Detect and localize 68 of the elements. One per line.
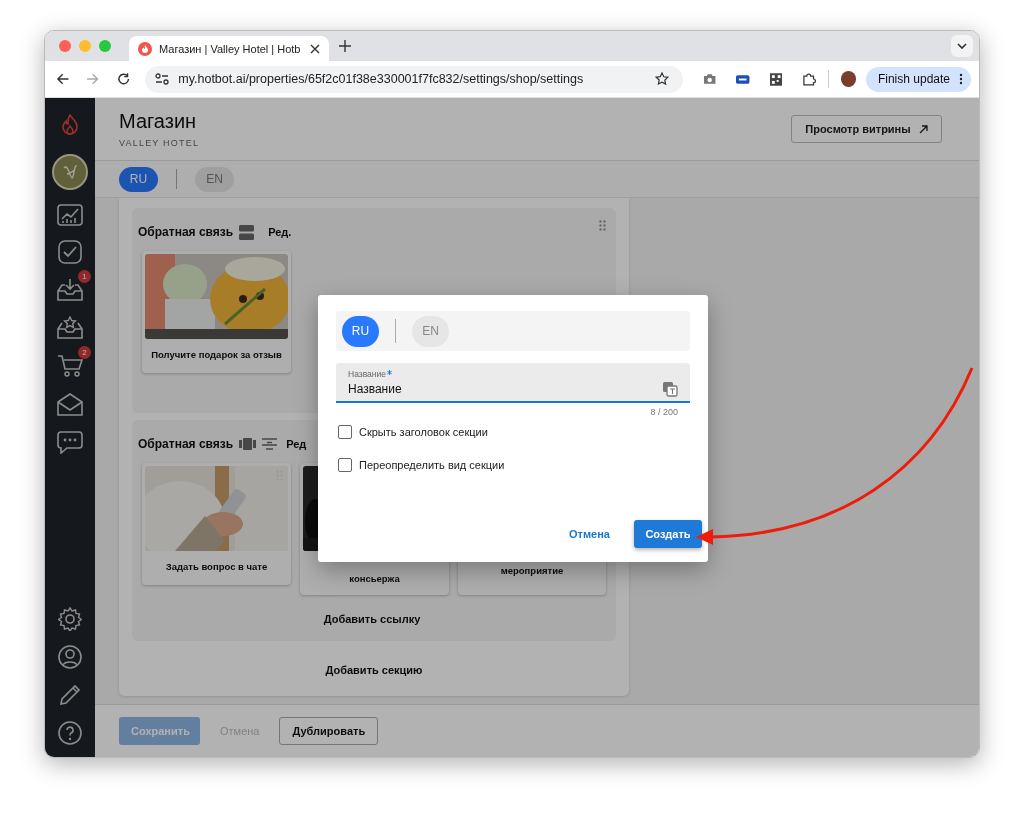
camera-icon[interactable] — [702, 73, 717, 85]
inbox-star-icon[interactable] — [57, 316, 83, 340]
property-avatar[interactable] — [52, 154, 88, 190]
link-card[interactable]: Задать вопрос в чате — [142, 463, 291, 585]
tab-title: Магазин | Valley Hotel | Hotb — [159, 42, 302, 55]
card-label: Задать вопрос в чате — [165, 561, 268, 572]
checkbox[interactable] — [338, 425, 352, 439]
help-icon[interactable] — [58, 721, 82, 745]
card-label: Получите подарок за отзыв — [151, 349, 282, 360]
checkbox[interactable] — [338, 458, 352, 472]
chat-icon[interactable] — [57, 430, 83, 454]
language-tab[interactable]: RU — [119, 166, 158, 192]
notification-badge: 2 — [78, 346, 91, 359]
checkbox-label: Переопределить вид секции — [359, 459, 505, 471]
zip-icon[interactable] — [736, 74, 750, 84]
list-layout-icon — [239, 224, 255, 240]
mail-icon[interactable] — [57, 392, 83, 416]
notification-badge: 1 — [78, 270, 91, 283]
section-title: Обратная связь — [138, 437, 234, 451]
create-button[interactable]: Создать — [634, 520, 702, 548]
browser-tab[interactable]: Магазин | Valley Hotel | Hotb — [129, 36, 329, 61]
check-icon[interactable] — [58, 240, 82, 264]
character-counter: 8 / 200 — [650, 407, 678, 417]
more-icon — [959, 73, 963, 85]
inbox-download-icon[interactable] — [57, 278, 83, 302]
back-icon[interactable] — [56, 72, 70, 86]
section-title: Обратная связь — [138, 225, 234, 239]
puzzle-icon[interactable] — [802, 72, 816, 86]
hotel-name: VALLEY HOTEL — [119, 138, 201, 148]
cancel-button[interactable]: Отмена — [563, 527, 616, 541]
new-tab-icon[interactable] — [339, 40, 351, 52]
url-text: my.hotbot.ai/properties/65f2c01f38e330001f7fc832/settings/shop/settings — [178, 72, 584, 86]
language-tab[interactable]: RU — [342, 315, 379, 347]
name-input[interactable]: Название — [348, 382, 662, 396]
address-bar[interactable]: my.hotbot.ai/properties/65f2c01f38e330001f7fc832/settings/shop/settings — [145, 65, 683, 93]
external-link-icon — [918, 124, 928, 134]
star-icon[interactable] — [654, 72, 669, 86]
preview-button[interactable]: Просмотр витрины — [791, 115, 942, 143]
flame-icon[interactable] — [61, 114, 79, 136]
card-label: консьержа — [349, 573, 400, 584]
chart-icon[interactable] — [57, 204, 83, 226]
pencil-icon[interactable] — [58, 683, 82, 707]
edit-link[interactable]: Ред. — [268, 226, 292, 238]
flame-icon — [138, 41, 152, 56]
user-icon[interactable] — [58, 645, 82, 669]
settings-icon[interactable] — [58, 607, 82, 631]
edit-link[interactable]: Ред — [286, 438, 307, 450]
card-label: мероприятие — [500, 565, 564, 576]
translate-icon[interactable] — [662, 381, 678, 397]
profile-avatar[interactable] — [840, 71, 856, 87]
cart-icon[interactable] — [57, 354, 83, 378]
field-label: Название — [348, 369, 386, 379]
finish-update-button[interactable]: Finish update — [865, 66, 971, 92]
add-section-button[interactable]: Добавить секцию — [325, 664, 423, 676]
checkbox-label: Скрыть заголовок секции — [359, 426, 488, 438]
add-link-button[interactable]: Добавить ссылку — [323, 613, 421, 625]
align-center-icon — [262, 437, 278, 451]
duplicate-button[interactable]: Дублировать — [279, 717, 379, 745]
drag-handle-icon[interactable] — [599, 219, 606, 231]
chevron-down-icon[interactable] — [951, 35, 973, 57]
reload-icon[interactable] — [116, 72, 131, 86]
qr-code-icon[interactable] — [769, 72, 783, 86]
link-card[interactable]: Получите подарок за отзыв — [142, 251, 291, 373]
name-field[interactable]: Название Название — [336, 363, 690, 403]
close-icon[interactable] — [310, 43, 320, 54]
site-settings-icon[interactable] — [154, 72, 171, 86]
carousel-layout-icon — [239, 438, 257, 450]
page-title: Магазин — [119, 110, 198, 133]
